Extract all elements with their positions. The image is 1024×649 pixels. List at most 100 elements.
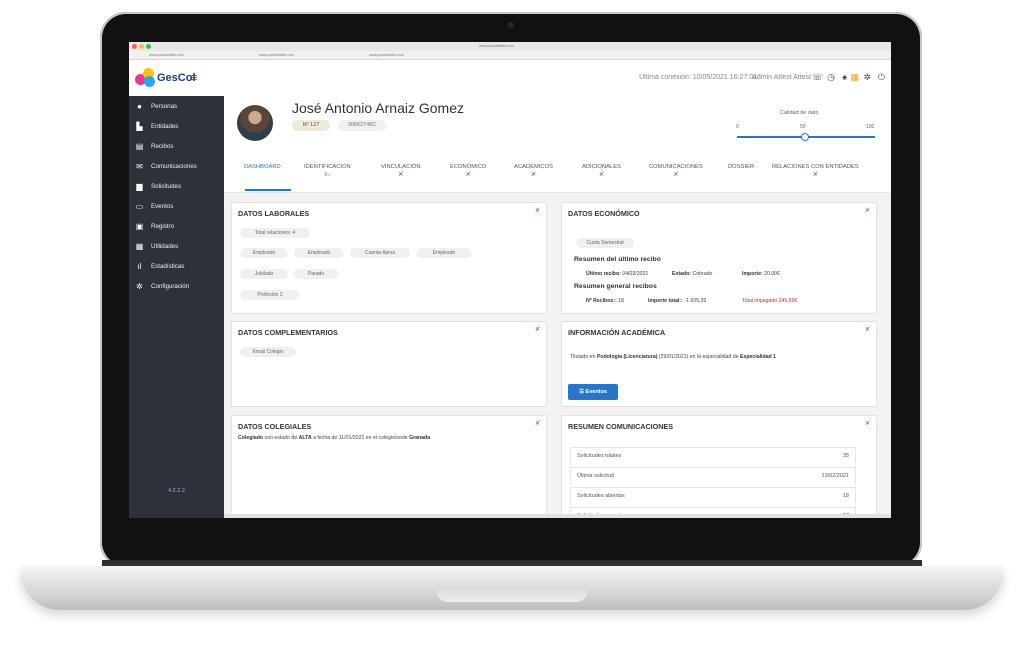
card-title: DATOS COLEGIALES	[238, 422, 312, 431]
sidebar-item-registro[interactable]: ▣ Registro	[129, 218, 224, 238]
gear-icon: ✲	[136, 282, 143, 291]
sidebar-item-personas[interactable]: ● Personas	[129, 98, 224, 118]
close-window-icon[interactable]	[132, 44, 137, 49]
sidebar-item-label: Recibos	[151, 143, 174, 150]
card-title: RESUMEN COMUNICACIONES	[568, 422, 674, 431]
maximize-window-icon[interactable]	[146, 44, 151, 49]
main-content: José Antonio Arnaiz Gomez Nº 127 3066274…	[224, 96, 891, 518]
browser-url[interactable]: www.yourwebsite.com	[479, 42, 514, 51]
register-icon: ▣	[135, 222, 144, 231]
tab-academicos[interactable]: ACADÉMICOS ✕̸	[514, 164, 553, 178]
sidebar-item-label: Eventos	[151, 203, 174, 210]
card-datos-laborales: DATOS LABORALES ✕̸ Total relaciones: 4 E…	[231, 202, 547, 314]
section-heading: Resumen general recibos	[574, 283, 657, 290]
edit-off-icon[interactable]: ✕̸	[535, 207, 540, 214]
sidebar-item-label: Personas	[151, 103, 178, 110]
tab-sub-icon: ✕̸	[398, 172, 404, 178]
tab-relaciones-entidades[interactable]: RELACIONES CON ENTIDADES ✕̸	[772, 164, 859, 178]
card-datos-economico: DATOS ECONÓMICO ✕̸ Cuota Semestral Resum…	[561, 202, 877, 314]
eventos-button[interactable]: ☰ Eventos	[568, 384, 618, 400]
sidebar-item-comunicaciones[interactable]: ✉ Comunicaciones	[129, 158, 224, 178]
edit-off-icon[interactable]: ✕̸	[865, 420, 870, 427]
person-icon: ●	[137, 102, 142, 111]
card-datos-colegiales: DATOS COLEGIALES ✕̸ Colegiado con estado…	[231, 415, 547, 518]
browser-tabbar: www.yourwebsite.com www.yourwebsite.com …	[129, 51, 891, 60]
tab-comunicaciones[interactable]: COMUNICACIONES ✕̸	[649, 164, 703, 178]
sidebar-item-solicitudes[interactable]: ▆ Solicitudes	[129, 178, 224, 198]
sidebar: ● Personas ▙ Entidades ▤ Recibos ✉ Comunicac…	[129, 96, 224, 518]
person-name: José Antonio Arnaiz Gomez	[292, 100, 464, 116]
building-icon: ▙	[136, 122, 143, 131]
chip: Empleado	[294, 248, 344, 258]
phone-icon[interactable]: ☏	[812, 72, 823, 83]
chip: Total relaciones: 4	[240, 228, 310, 238]
avatar	[237, 105, 273, 141]
member-id-badge: 30662748C	[338, 120, 386, 131]
envelope-icon: ✉	[136, 162, 143, 171]
card-title: DATOS LABORALES	[238, 209, 310, 218]
sidebar-item-configuracion[interactable]: ✲ Configuración	[129, 278, 224, 298]
quality-tick: 50	[800, 124, 806, 130]
sidebar-item-recibos[interactable]: ▤ Recibos	[129, 138, 224, 158]
section-heading: Resumen del último recibo	[574, 256, 661, 263]
edit-off-icon[interactable]: ✕̸	[535, 420, 540, 427]
tab-adicionales[interactable]: ADICIONALES ✕̸	[582, 164, 621, 178]
card-resumen-comunicaciones: RESUMEN COMUNICACIONES ✕̸ Solicitudes to…	[561, 415, 877, 518]
tab-sub-icon: ✕̸	[673, 172, 679, 178]
tab-sub-icon: ≡₊	[324, 172, 331, 178]
laptop-screen: www.yourwebsite.com www.yourwebsite.com …	[129, 42, 891, 518]
app-version: 4.2.2.2	[168, 488, 185, 494]
bell-icon[interactable]: ♠	[842, 72, 847, 82]
gescol-logo-icon	[135, 68, 155, 88]
sidebar-item-eventos[interactable]: ▭ Eventos	[129, 198, 224, 218]
sidebar-item-entidades[interactable]: ▙ Entidades	[129, 118, 224, 138]
tab-dossier[interactable]: DOSSIER	[728, 164, 754, 170]
sidebar-item-label: Solicitudes	[151, 183, 181, 190]
last-connection: Última conexión: 10/05/2021 16:27:01	[639, 74, 757, 81]
tab-vinculacion[interactable]: VINCULACIÓN ✕̸	[381, 164, 421, 178]
card-title: DATOS ECONÓMICO	[568, 209, 640, 218]
chip: Cuota Semestral	[576, 238, 634, 248]
browser-tab[interactable]: www.yourwebsite.com	[149, 51, 184, 59]
card-informacion-academica: INFORMACIÓN ACADÉMICA ✕̸ Titulado en Pod…	[561, 321, 877, 407]
table-row: Solicitudes totales 35	[570, 447, 856, 465]
chip: Empleado	[240, 248, 288, 258]
tab-identificacion[interactable]: IDENTIFICACIÓN ≡₊	[304, 164, 351, 178]
browser-tab[interactable]: www.yourwebsite.com	[259, 51, 294, 59]
edit-off-icon[interactable]: ✕̸	[865, 207, 870, 214]
document-icon: ▆	[136, 182, 143, 191]
member-number-badge: Nº 127	[292, 120, 330, 131]
menu-toggle-icon[interactable]: ≡	[191, 72, 197, 84]
profile-header: José Antonio Arnaiz Gomez Nº 127 3066274…	[224, 96, 891, 193]
sidebar-item-estadisticas[interactable]: ıl Estadísticas	[129, 258, 224, 278]
sidebar-item-label: Comunicaciones	[151, 163, 197, 170]
sidebar-item-label: Utilidades	[151, 243, 179, 250]
sidebar-item-utilidades[interactable]: ▦ Utilidades	[129, 238, 224, 258]
edit-off-icon[interactable]: ✕̸	[865, 326, 870, 333]
quality-tick: 100	[866, 124, 875, 130]
gear-icon[interactable]: ✲	[863, 72, 871, 83]
minimize-window-icon[interactable]	[139, 44, 144, 49]
chip: Profesión 2	[240, 290, 300, 300]
power-icon[interactable]: ⏻	[878, 72, 885, 83]
edit-off-icon[interactable]: ✕̸	[535, 326, 540, 333]
chip: Empleado	[416, 248, 472, 258]
clock-icon[interactable]: ◷	[827, 72, 835, 83]
browser-tab[interactable]: www.yourwebsite.com	[369, 51, 404, 59]
chip: Cuenta Ajena	[350, 248, 410, 258]
sidebar-item-label: Estadísticas	[151, 263, 185, 270]
chip: Parado	[294, 269, 338, 279]
quality-slider-thumb[interactable]	[801, 133, 809, 141]
current-user[interactable]: Admin Attest Attest	[752, 74, 811, 81]
calendar-icon: ▭	[135, 202, 144, 211]
tab-dashboard[interactable]: DASHBOARD	[244, 164, 281, 170]
grid-icon: ▦	[135, 242, 144, 251]
tab-economico[interactable]: ECONÓMICO ✕̸	[450, 164, 486, 178]
laptop-camera	[508, 22, 514, 28]
quality-label: Calidad de dato	[780, 110, 819, 116]
horizontal-scrollbar[interactable]	[224, 514, 891, 518]
sidebar-item-label: Configuración	[151, 283, 190, 290]
total-impagado: Total impagado 245,69€	[742, 298, 798, 304]
card-title: INFORMACIÓN ACADÉMICA	[568, 328, 666, 337]
apps-grid-icon[interactable]: ▦	[850, 72, 859, 83]
